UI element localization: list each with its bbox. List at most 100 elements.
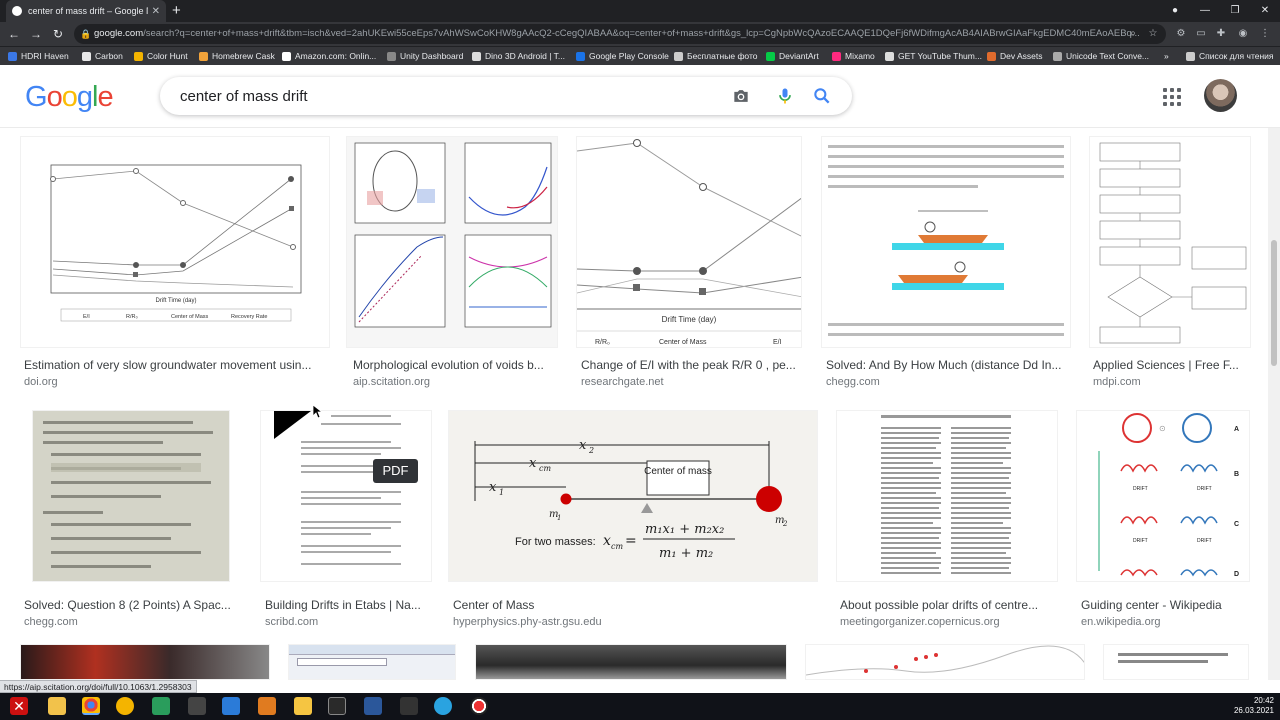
system-clock[interactable]: 20:42 26.03.2021 <box>1234 696 1274 716</box>
bookmark-item[interactable]: Unity Dashboard <box>387 50 463 63</box>
result-source[interactable]: chegg.com <box>826 376 880 388</box>
menu-dots-icon[interactable]: ⋮ <box>1258 27 1272 41</box>
result-thumbnail[interactable]: x 2 x cm x 1 Center of mass m 1 m 2 For … <box>448 410 818 582</box>
page-scrollbar[interactable] <box>1268 128 1280 680</box>
bookmark-item[interactable]: Dino 3D Android | T... <box>472 50 565 63</box>
result-source[interactable]: researchgate.net <box>581 376 664 388</box>
record-icon[interactable] <box>470 697 488 715</box>
app-icon[interactable] <box>328 697 346 715</box>
forward-button[interactable]: → <box>27 25 45 43</box>
bookmark-item[interactable]: Carbon <box>82 50 123 63</box>
bookmark-item[interactable]: HDRI Haven <box>8 50 69 63</box>
cast-icon[interactable]: ▭ <box>1194 27 1208 41</box>
image-result[interactable]: Solved: Question 8 (2 Points) A Spac... … <box>20 410 242 628</box>
minimize-button[interactable]: — <box>1190 0 1220 22</box>
bookmark-item[interactable]: GET YouTube Thum... <box>885 50 982 63</box>
result-thumbnail[interactable] <box>20 644 270 680</box>
bookmark-item[interactable]: DeviantArt <box>766 50 819 63</box>
result-title[interactable]: Applied Sciences | Free F... <box>1093 358 1251 372</box>
extensions-puzzle-icon[interactable]: ✚ <box>1214 27 1228 41</box>
result-title[interactable]: Solved: And By How Much (distance Dd In.… <box>826 358 1071 372</box>
image-result[interactable]: ⊙ DRIFT DRIFT DRIFT DRIFT A B C D Guidin… <box>1076 410 1250 628</box>
result-title[interactable]: About possible polar drifts of centre... <box>840 598 1058 612</box>
result-thumbnail[interactable]: Drift Time (day) R/R₀ Center of Mass E/I <box>576 136 802 348</box>
result-title[interactable]: Change of E/I with the peak R/R 0 , pe..… <box>581 358 802 372</box>
result-title[interactable]: Solved: Question 8 (2 Points) A Spac... <box>24 598 242 612</box>
result-thumbnail[interactable] <box>260 410 432 582</box>
bookmark-item[interactable]: Бесплатные фото <box>674 50 758 63</box>
bookmark-item[interactable]: Google Play Console <box>576 50 669 63</box>
bookmark-item[interactable]: Color Hunt <box>134 50 188 63</box>
maximize-button[interactable]: ❐ <box>1220 0 1250 22</box>
back-button[interactable]: ← <box>5 25 23 43</box>
result-source[interactable]: meetingorganizer.copernicus.org <box>840 616 1000 628</box>
reading-list-item[interactable]: Список для чтения <box>1186 50 1274 63</box>
bookmark-star-icon[interactable]: ☆ <box>1146 27 1160 41</box>
image-result[interactable]: x 2 x cm x 1 Center of mass m 1 m 2 For … <box>448 410 818 628</box>
result-source[interactable]: doi.org <box>24 376 58 388</box>
bookmark-item[interactable]: Dev Assets <box>987 50 1043 63</box>
microphone-icon[interactable] <box>774 86 796 106</box>
app-icon[interactable] <box>152 697 170 715</box>
file-explorer-icon[interactable] <box>48 697 66 715</box>
word-icon[interactable] <box>364 697 382 715</box>
address-bar[interactable]: 🔒 google.com/search?q=center+of+mass+dri… <box>74 24 1166 44</box>
result-source[interactable]: scribd.com <box>265 616 318 628</box>
result-title[interactable]: Center of Mass <box>453 598 818 612</box>
result-thumbnail[interactable] <box>821 136 1071 348</box>
bookmarks-more-button[interactable]: » <box>1164 50 1169 63</box>
result-title[interactable]: Guiding center - Wikipedia <box>1081 598 1250 612</box>
result-thumbnail[interactable] <box>475 644 787 680</box>
start-logo-icon[interactable]: ✕ <box>10 697 28 715</box>
profile-avatar-icon[interactable]: ◉ <box>1236 27 1250 41</box>
result-thumbnail[interactable] <box>346 136 558 348</box>
app-icon[interactable] <box>222 697 240 715</box>
result-title[interactable]: Morphological evolution of voids b... <box>353 358 558 372</box>
close-window-button[interactable]: ✕ <box>1250 0 1280 22</box>
result-thumbnail[interactable]: ⊙ DRIFT DRIFT DRIFT DRIFT A B C D <box>1076 410 1250 582</box>
bookmark-item[interactable]: Homebrew Cask <box>199 50 275 63</box>
result-thumbnail[interactable] <box>1103 644 1249 680</box>
profile-dot-icon[interactable]: ● <box>1160 0 1190 22</box>
image-result[interactable]: Drift Time (day) E/I R/R₀ Center of Mass… <box>20 136 330 392</box>
camera-icon[interactable] <box>730 86 752 106</box>
app-icon[interactable] <box>188 697 206 715</box>
scrollbar-thumb[interactable] <box>1271 240 1277 366</box>
bookmark-item[interactable]: Mixamo <box>832 50 875 63</box>
result-thumbnail[interactable] <box>805 644 1085 680</box>
result-thumbnail[interactable] <box>1089 136 1251 348</box>
telegram-icon[interactable] <box>434 697 452 715</box>
result-source[interactable]: en.wikipedia.org <box>1081 616 1161 628</box>
result-thumbnail[interactable]: Drift Time (day) E/I R/R₀ Center of Mass… <box>20 136 330 348</box>
bookmark-item[interactable]: Unicode Text Conve... <box>1053 50 1149 63</box>
result-thumbnail[interactable] <box>288 644 456 680</box>
account-avatar[interactable] <box>1204 79 1237 112</box>
image-result[interactable]: Applied Sciences | Free F... mdpi.com <box>1089 136 1251 392</box>
google-logo[interactable]: Google <box>25 81 114 114</box>
new-tab-button[interactable]: + <box>172 2 181 20</box>
search-input[interactable] <box>180 86 720 106</box>
reload-button[interactable]: ↻ <box>49 25 67 43</box>
image-result[interactable]: Drift Time (day) R/R₀ Center of Mass E/I… <box>576 136 802 392</box>
zoom-search-icon[interactable]: ⌕ <box>1126 27 1140 41</box>
bookmark-item[interactable]: Amazon.com: Onlin... <box>282 50 376 63</box>
close-tab-icon[interactable]: ✕ <box>152 6 160 17</box>
result-thumbnail[interactable] <box>32 410 230 582</box>
result-source[interactable]: aip.scitation.org <box>353 376 430 388</box>
image-result[interactable]: About possible polar drifts of centre...… <box>836 410 1058 628</box>
image-result[interactable]: PDF Building Drifts in Etabs | Na... scr… <box>260 410 432 628</box>
app-icon[interactable] <box>294 697 312 715</box>
google-apps-icon[interactable] <box>1163 88 1181 106</box>
search-icon[interactable] <box>811 86 833 106</box>
extension-gear-icon[interactable]: ⚙ <box>1174 27 1188 41</box>
result-thumbnail[interactable] <box>836 410 1058 582</box>
app-icon[interactable] <box>400 697 418 715</box>
chrome-icon[interactable] <box>82 697 100 715</box>
result-source[interactable]: mdpi.com <box>1093 376 1141 388</box>
app-icon[interactable] <box>116 697 134 715</box>
app-icon[interactable] <box>258 697 276 715</box>
result-source[interactable]: hyperphysics.phy-astr.gsu.edu <box>453 616 602 628</box>
result-source[interactable]: chegg.com <box>24 616 78 628</box>
browser-tab[interactable]: center of mass drift – Google По ✕ <box>6 0 166 22</box>
image-result[interactable]: Solved: And By How Much (distance Dd In.… <box>821 136 1071 392</box>
